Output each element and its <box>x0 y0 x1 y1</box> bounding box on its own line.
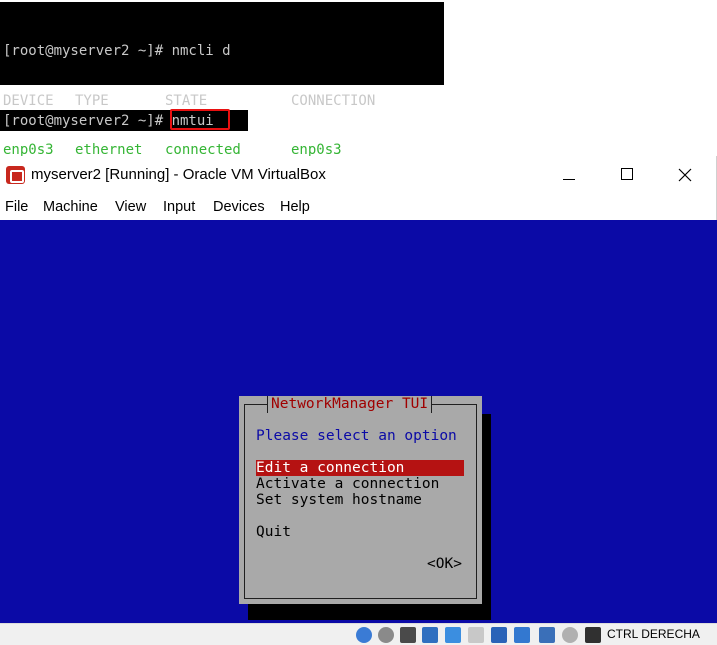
menu-view[interactable]: View <box>115 199 146 215</box>
option-edit-connection[interactable]: Edit a connection <box>256 460 464 476</box>
nmtui-dialog: NetworkManager TUI Please select an opti… <box>239 396 482 604</box>
maximize-button[interactable] <box>604 160 650 190</box>
ok-button[interactable]: <OK> <box>427 556 462 572</box>
option-quit[interactable]: Quit <box>256 524 291 540</box>
recording-icon[interactable] <box>539 627 555 643</box>
terminal-output-nmcli: [root@myserver2 ~]# nmcli d DEVICE TYPE ST… <box>0 2 444 208</box>
terminal-prompt: [root@myserver2 ~]# <box>3 113 172 129</box>
menu-help[interactable]: Help <box>280 199 310 215</box>
cpu-icon[interactable] <box>562 627 578 643</box>
command-highlight-box <box>170 109 230 130</box>
virtualbox-app-icon[interactable] <box>6 166 25 184</box>
optical-drive-icon[interactable] <box>378 627 394 643</box>
display-icon[interactable] <box>491 627 507 643</box>
close-button[interactable] <box>662 160 708 190</box>
dialog-title: NetworkManager TUI <box>267 396 433 413</box>
mouse-integration-icon[interactable] <box>585 627 601 643</box>
menu-file[interactable]: File <box>5 199 28 215</box>
virtualbox-window: myserver2 [Running] - Oracle VM VirtualB… <box>0 156 717 645</box>
close-icon <box>678 168 692 182</box>
title-bar[interactable]: myserver2 [Running] - Oracle VM VirtualB… <box>0 156 717 194</box>
col-connection: CONNECTION <box>291 92 376 109</box>
option-set-hostname[interactable]: Set system hostname <box>256 492 422 508</box>
minimize-button[interactable] <box>547 160 593 190</box>
maximize-icon <box>621 168 633 180</box>
col-state: STATE <box>165 92 208 109</box>
shared-folders-icon[interactable] <box>468 627 484 643</box>
video-capture-icon[interactable] <box>514 627 530 643</box>
terminal-prompt-line: [root@myserver2 ~]# nmcli d <box>3 43 231 59</box>
network-icon[interactable] <box>422 627 438 643</box>
usb-icon[interactable] <box>445 627 461 643</box>
menu-machine[interactable]: Machine <box>43 199 98 215</box>
vm-screen[interactable]: NetworkManager TUI Please select an opti… <box>0 220 717 623</box>
col-device: DEVICE <box>3 92 54 109</box>
host-key-label: CTRL DERECHA <box>607 627 700 641</box>
dialog-prompt: Please select an option <box>256 428 457 444</box>
menu-input[interactable]: Input <box>163 199 195 215</box>
minimize-icon <box>563 179 575 180</box>
menu-devices[interactable]: Devices <box>213 199 265 215</box>
terminal-table-header: DEVICE TYPE STATE CONNECTION <box>3 93 444 110</box>
hard-disk-icon[interactable] <box>356 627 372 643</box>
window-title: myserver2 [Running] - Oracle VM VirtualB… <box>31 166 326 183</box>
menu-bar: File Machine View Input Devices Help <box>0 196 717 220</box>
option-activate-connection[interactable]: Activate a connection <box>256 476 439 492</box>
col-type: TYPE <box>75 92 109 109</box>
status-bar: CTRL DERECHA <box>0 623 717 645</box>
audio-icon[interactable] <box>400 627 416 643</box>
